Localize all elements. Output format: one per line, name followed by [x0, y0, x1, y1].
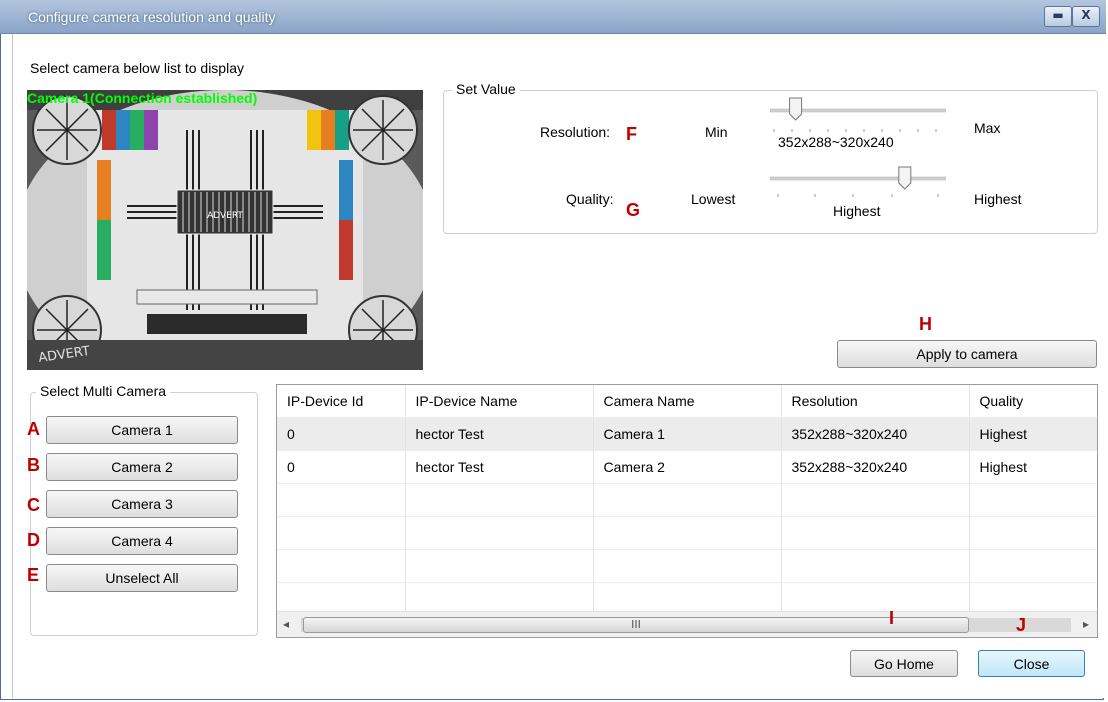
table-cell: hector Test — [405, 450, 594, 484]
camera-status-overlay: Camera 1(Connection established) — [27, 90, 258, 106]
quality-slider-graphic — [769, 166, 947, 197]
preview-instruction: Select camera below list to display — [30, 60, 244, 76]
resolution-slider-graphic — [769, 97, 947, 132]
annotation-d: D — [27, 530, 40, 550]
unselect-all-button[interactable]: Unselect All — [46, 564, 238, 592]
camera-2-button[interactable]: Camera 2 — [46, 453, 238, 481]
annotation-g: G — [626, 200, 641, 220]
close-window-button[interactable]: X — [1072, 6, 1100, 27]
go-home-button[interactable]: Go Home — [850, 650, 958, 677]
column-header[interactable]: Resolution — [781, 385, 970, 418]
table-cell: Camera 1 — [593, 417, 782, 451]
minimize-icon: ▬ — [1052, 8, 1064, 22]
annotation-c: C — [27, 495, 40, 515]
column-header[interactable]: Quality — [969, 385, 1097, 418]
horizontal-scrollbar[interactable]: ◂ III ▸ — [277, 611, 1097, 637]
table-row-empty — [277, 549, 1097, 583]
table-cell: 352x288~320x240 — [781, 450, 970, 484]
minimize-button[interactable]: ▬ — [1044, 6, 1072, 27]
table-cell: Camera 2 — [593, 450, 782, 484]
table-cell: Highest — [969, 417, 1097, 451]
table-row-empty — [277, 483, 1097, 517]
annotation-h: H — [919, 314, 932, 334]
quality-min-label: Lowest — [691, 191, 736, 207]
camera-table-grid: IP-Device Id IP-Device Name Camera Name … — [277, 385, 1097, 616]
window-title: Configure camera resolution and quality — [28, 9, 276, 25]
camera-preview[interactable]: ADVERT ADVERT Camera 1(Connection establ… — [27, 90, 423, 370]
camera-1-button[interactable]: Camera 1 — [46, 416, 238, 444]
table-cell: Highest — [969, 450, 1097, 484]
table-cell: 0 — [277, 450, 406, 484]
table-row[interactable]: 0 hector Test Camera 2 352x288~320x240 H… — [277, 450, 1097, 484]
chart-brand: ADVERT — [207, 211, 243, 221]
annotation-j: J — [1016, 615, 1027, 635]
resolution-slider[interactable] — [769, 97, 947, 135]
annotation-a: A — [27, 419, 40, 439]
set-value-group-label: Set Value — [452, 81, 520, 97]
annotation-i: I — [889, 608, 895, 628]
resolution-value: 352x288~320x240 — [778, 134, 894, 150]
column-header[interactable]: IP-Device Name — [405, 385, 594, 418]
table-cell: hector Test — [405, 417, 594, 451]
close-icon: X — [1081, 8, 1091, 22]
quality-slider[interactable] — [769, 166, 947, 200]
camera-4-button[interactable]: Camera 4 — [46, 527, 238, 555]
resolution-max-label: Max — [974, 120, 1001, 136]
resolution-min-label: Min — [705, 124, 728, 140]
scroll-thumb[interactable]: III — [303, 617, 969, 633]
camera-3-button[interactable]: Camera 3 — [46, 490, 238, 518]
column-header[interactable]: IP-Device Id — [277, 385, 406, 418]
column-header[interactable]: Camera Name — [593, 385, 782, 418]
quality-value: Highest — [833, 203, 881, 219]
annotation-f: F — [626, 124, 637, 144]
quality-label: Quality: — [566, 191, 614, 207]
resolution-label: Resolution: — [540, 124, 611, 140]
multi-camera-group-label: Select Multi Camera — [36, 383, 171, 399]
table-cell: 352x288~320x240 — [781, 417, 970, 451]
camera-test-chart-image: ADVERT ADVERT — [27, 90, 423, 370]
close-button[interactable]: Close — [978, 650, 1085, 677]
table-row-empty — [277, 516, 1097, 550]
table-header-row: IP-Device Id IP-Device Name Camera Name … — [277, 385, 1097, 418]
quality-max-label: Highest — [974, 191, 1022, 207]
apply-to-camera-button[interactable]: Apply to camera — [837, 340, 1097, 368]
annotation-e: E — [27, 565, 40, 585]
table-cell: 0 — [277, 417, 406, 451]
annotation-b: B — [27, 455, 40, 475]
camera-table[interactable]: IP-Device Id IP-Device Name Camera Name … — [276, 384, 1098, 638]
scroll-right-icon[interactable]: ▸ — [1083, 617, 1089, 631]
scroll-left-icon[interactable]: ◂ — [283, 617, 289, 631]
table-row[interactable]: 0 hector Test Camera 1 352x288~320x240 H… — [277, 417, 1097, 451]
